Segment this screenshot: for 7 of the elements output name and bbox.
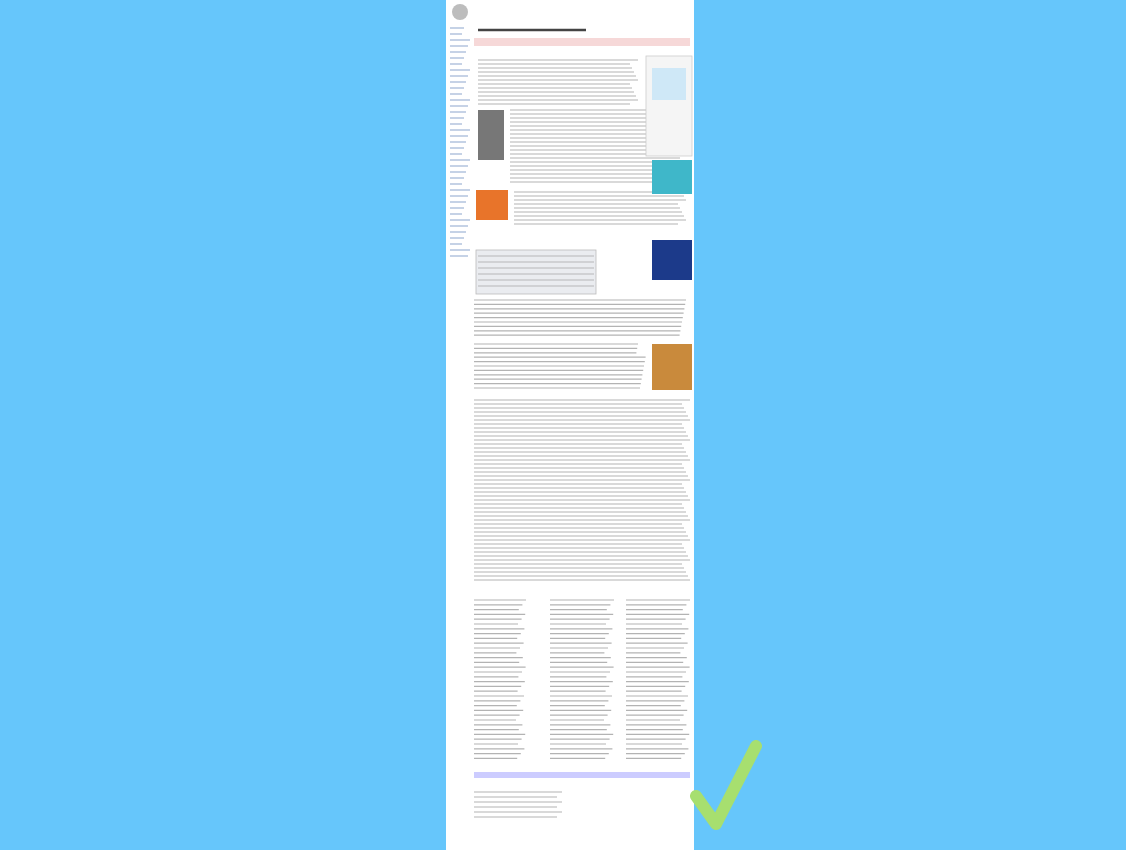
- heatmap-placeholder: [476, 190, 508, 220]
- wiki-logo-icon: [452, 4, 468, 20]
- radar-image-placeholder: [652, 240, 692, 280]
- data-table-drawing: [475, 249, 597, 295]
- photo-placeholder: [478, 110, 504, 160]
- photo-placeholder: [652, 344, 692, 390]
- map-placeholder: [652, 160, 692, 194]
